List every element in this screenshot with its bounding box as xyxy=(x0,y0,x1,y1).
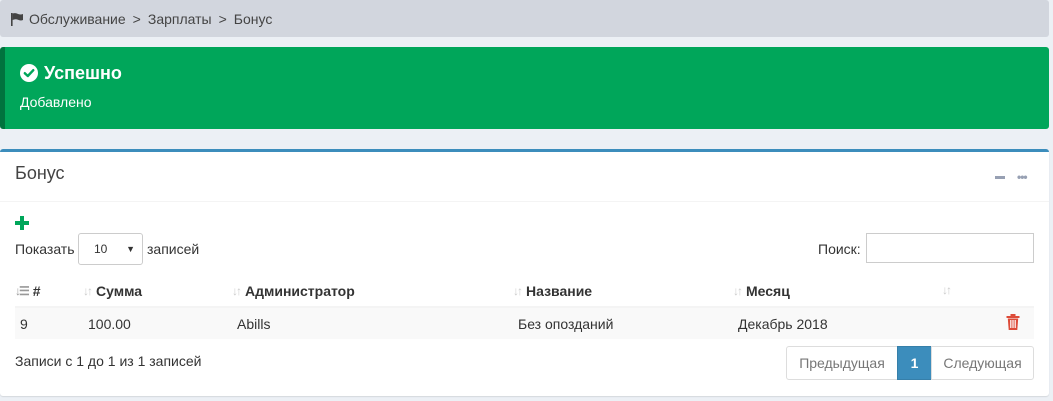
trash-icon[interactable] xyxy=(1006,314,1020,330)
more-options-icon[interactable]: ••• xyxy=(1017,171,1028,183)
cell-admin: Abills xyxy=(237,316,271,332)
table-info: Записи с 1 до 1 из 1 записей xyxy=(15,353,202,369)
sort-desc-icon: ↓☰ xyxy=(15,284,30,298)
column-header-id[interactable]: ↓☰ # xyxy=(15,283,41,299)
caret-down-icon: ▼ xyxy=(126,244,135,254)
column-header-name[interactable]: ↓↑ Название xyxy=(513,283,592,299)
column-label: Сумма xyxy=(96,283,143,299)
column-label: Администратор xyxy=(245,283,355,299)
collapse-icon[interactable] xyxy=(995,176,1005,179)
success-alert: Успешно Добавлено xyxy=(0,47,1049,129)
length-label: Показать xyxy=(15,241,75,257)
alert-title: Успешно xyxy=(44,62,122,83)
search-label: Поиск: xyxy=(818,241,861,257)
sort-icon: ↓↑ xyxy=(942,283,952,297)
cell-name: Без опозданий xyxy=(518,316,614,332)
breadcrumb-separator: > xyxy=(218,10,227,27)
pagination-page-button[interactable]: 1 xyxy=(897,346,932,380)
breadcrumb-item-bonus: Бонус xyxy=(233,10,273,27)
cell-id: 9 xyxy=(20,316,28,332)
column-header-actions[interactable]: ↓↑ xyxy=(942,283,955,297)
breadcrumb-separator: > xyxy=(132,10,141,27)
breadcrumb-item-salaries[interactable]: Зарплаты xyxy=(148,11,212,27)
alert-message: Добавлено xyxy=(20,94,92,110)
cell-month: Декабрь 2018 xyxy=(738,316,828,332)
pagination-prev-button[interactable]: Предыдущая xyxy=(786,346,898,380)
search-input[interactable] xyxy=(866,233,1034,263)
column-header-admin[interactable]: ↓↑ Администратор xyxy=(232,283,355,299)
column-label: Месяц xyxy=(746,283,790,299)
length-select[interactable]: 10 ▼ xyxy=(78,233,143,265)
column-label: Название xyxy=(526,283,593,299)
cell-amount: 100.00 xyxy=(88,316,131,332)
bonus-box: Бонус ••• Показать 10 ▼ записей Поиск: ↓… xyxy=(0,149,1049,396)
breadcrumb: Обслуживание > Зарплаты > Бонус xyxy=(0,0,1049,37)
box-title: Бонус xyxy=(15,163,65,183)
sort-icon: ↓↑ xyxy=(513,284,523,298)
column-header-amount[interactable]: ↓↑ Сумма xyxy=(83,283,142,299)
column-header-month[interactable]: ↓↑ Месяц xyxy=(733,283,790,299)
alert-title-row: Успешно xyxy=(20,62,1049,84)
flag-icon xyxy=(11,12,23,26)
check-circle-icon xyxy=(20,64,38,82)
pagination-next-button[interactable]: Следующая xyxy=(931,346,1034,380)
length-suffix: записей xyxy=(147,241,200,257)
box-header: Бонус ••• xyxy=(0,152,1049,202)
column-label: # xyxy=(32,283,41,299)
breadcrumb-item-service[interactable]: Обслуживание xyxy=(29,11,126,27)
sort-icon: ↓↑ xyxy=(232,284,242,298)
sort-icon: ↓↑ xyxy=(733,284,743,298)
plus-icon[interactable] xyxy=(15,216,29,230)
sort-icon: ↓↑ xyxy=(83,284,93,298)
length-value: 10 xyxy=(94,242,108,256)
